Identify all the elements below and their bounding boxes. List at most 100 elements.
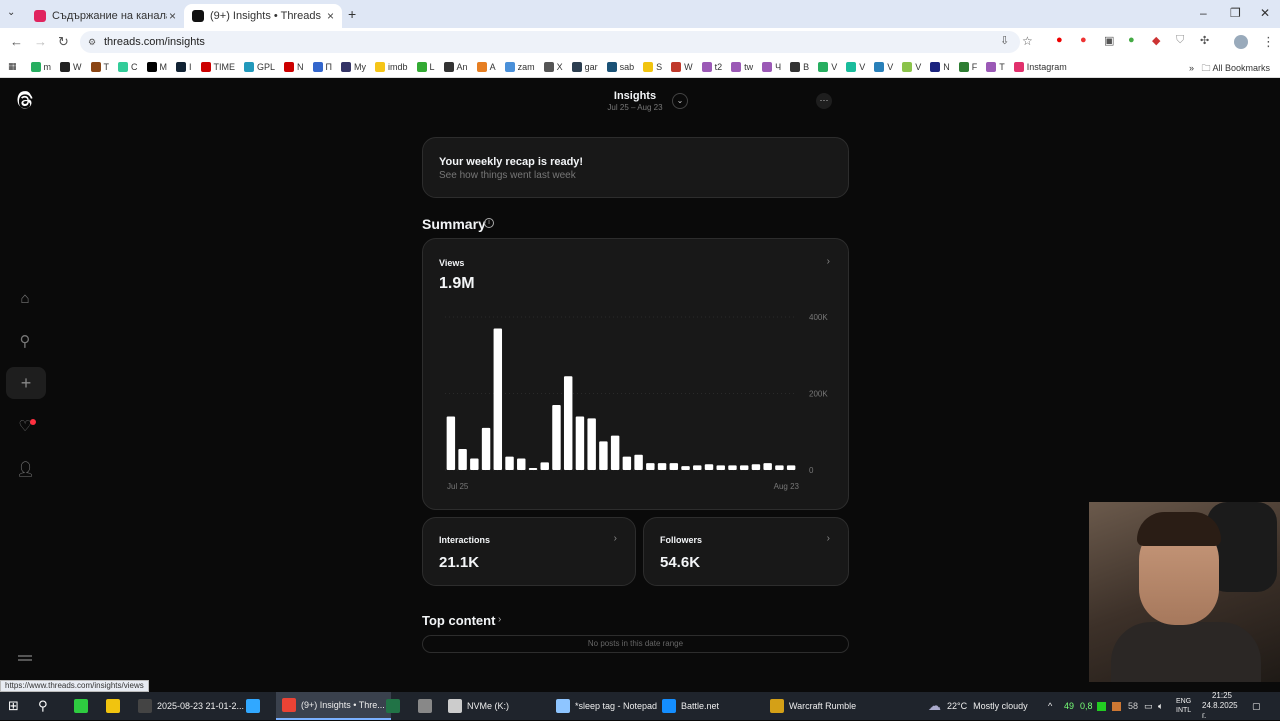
- views-bar[interactable]: [775, 465, 784, 470]
- views-bar[interactable]: [634, 454, 643, 470]
- views-bar[interactable]: [481, 427, 491, 470]
- taskbar-item[interactable]: NVMe (K:): [448, 692, 509, 720]
- apps-grid-icon[interactable]: ▦: [8, 61, 17, 72]
- top-content-heading[interactable]: Top content: [422, 613, 495, 628]
- taskbar-item[interactable]: Warcraft Rumble: [770, 692, 856, 720]
- bookmark-item[interactable]: tw: [731, 61, 753, 72]
- taskbar-item[interactable]: [106, 692, 125, 720]
- volume-icon[interactable]: 🔈︎: [1158, 692, 1163, 720]
- home-icon[interactable]: ⌂: [16, 290, 34, 308]
- followers-card[interactable]: Followers 54.6K ›: [643, 517, 849, 586]
- bookmark-item[interactable]: X: [543, 61, 563, 72]
- close-tab-icon[interactable]: ×: [169, 9, 176, 23]
- views-bar[interactable]: [470, 458, 479, 470]
- bookmark-item[interactable]: zam: [504, 61, 535, 72]
- create-icon[interactable]: +: [6, 367, 46, 399]
- bookmark-item[interactable]: V: [874, 61, 893, 72]
- browser-menu-icon[interactable]: ⋮: [1262, 34, 1275, 50]
- extension-icon[interactable]: ◆: [1152, 34, 1160, 47]
- tab-search-button[interactable]: ⌄: [7, 7, 15, 18]
- bookmark-item[interactable]: F: [958, 61, 977, 72]
- install-app-icon[interactable]: ⇩: [1000, 34, 1009, 47]
- views-bar[interactable]: [552, 404, 561, 470]
- site-info-icon[interactable]: ⚙: [88, 31, 96, 53]
- views-bar[interactable]: [786, 465, 796, 470]
- maximize-icon[interactable]: ❐: [1230, 6, 1241, 20]
- views-bar[interactable]: [528, 468, 538, 470]
- views-bar[interactable]: [646, 463, 655, 470]
- taskbar-item[interactable]: ⚲: [38, 692, 57, 720]
- bookmark-item[interactable]: GPL: [244, 61, 275, 72]
- bookmark-item[interactable]: A: [476, 61, 496, 72]
- bookmark-item[interactable]: Instagram: [1013, 61, 1067, 72]
- profile-avatar[interactable]: [1234, 35, 1248, 49]
- language-indicator[interactable]: ENG INTL: [1176, 692, 1191, 720]
- taskbar-item[interactable]: Battle.net: [662, 692, 719, 720]
- views-bar[interactable]: [610, 435, 620, 470]
- tray-app-icon[interactable]: [1112, 692, 1121, 720]
- bookmark-item[interactable]: T: [986, 61, 1005, 72]
- taskbar-item[interactable]: [246, 692, 265, 720]
- views-bar[interactable]: [763, 463, 772, 470]
- bookmark-item[interactable]: V: [846, 61, 865, 72]
- bookmark-item[interactable]: imdb: [375, 61, 408, 72]
- forward-icon[interactable]: →: [34, 34, 47, 49]
- views-bar[interactable]: [669, 463, 679, 470]
- back-icon[interactable]: ←: [10, 34, 23, 49]
- tray-overflow-icon[interactable]: ^: [1048, 692, 1052, 720]
- bookmark-item[interactable]: I: [176, 61, 192, 72]
- views-bar[interactable]: [716, 465, 725, 470]
- bookmark-item[interactable]: П: [312, 61, 332, 72]
- bookmark-star-icon[interactable]: ☆: [1022, 34, 1033, 48]
- network-icon[interactable]: ▭: [1144, 692, 1153, 720]
- bookmark-item[interactable]: Ч: [762, 61, 781, 72]
- bookmark-item[interactable]: C: [118, 61, 138, 72]
- bookmark-item[interactable]: W: [671, 61, 693, 72]
- bookmark-item[interactable]: S: [643, 61, 662, 72]
- extension-icon[interactable]: ▣: [1104, 34, 1114, 47]
- views-bar[interactable]: [575, 416, 585, 470]
- views-bar[interactable]: [587, 418, 596, 470]
- extension-icon[interactable]: ●: [1128, 34, 1135, 46]
- extension-opera-icon[interactable]: ●: [1056, 34, 1063, 46]
- notifications-icon[interactable]: ▢: [1252, 692, 1261, 720]
- close-window-icon[interactable]: ✕: [1260, 6, 1270, 20]
- weather-widget[interactable]: ☁ 22°C Mostly cloudy: [928, 692, 1028, 720]
- bookmark-item[interactable]: m: [30, 61, 51, 72]
- views-bar[interactable]: [599, 441, 608, 470]
- bookmark-item[interactable]: N: [930, 61, 950, 72]
- address-bar[interactable]: ⚙ threads.com/insights: [80, 31, 1020, 53]
- chevron-right-icon[interactable]: ›: [498, 614, 501, 625]
- taskbar-item[interactable]: [418, 692, 437, 720]
- views-bar[interactable]: [622, 456, 632, 470]
- close-tab-icon[interactable]: ×: [327, 9, 334, 23]
- taskbar-item[interactable]: (9+) Insights • Thre...: [276, 692, 391, 720]
- interactions-card[interactable]: Interactions 21.1K ›: [422, 517, 636, 586]
- more-options-icon[interactable]: ···: [816, 93, 832, 109]
- views-card[interactable]: Views 1.9M › 400K 200K 0 Jul 25 Aug 23: [422, 238, 849, 510]
- tab-youtube[interactable]: Съдържание на канала - YouT ×: [26, 4, 184, 28]
- profile-icon[interactable]: 👤︎: [16, 460, 35, 478]
- bookmark-item[interactable]: W: [60, 61, 82, 72]
- bookmark-item[interactable]: V: [902, 61, 921, 72]
- views-bar[interactable]: [681, 466, 690, 470]
- info-icon[interactable]: i: [484, 218, 494, 228]
- views-bar[interactable]: [540, 462, 549, 470]
- views-bar[interactable]: [446, 416, 456, 470]
- reload-icon[interactable]: ↻: [58, 34, 69, 50]
- views-bar[interactable]: [751, 464, 761, 470]
- clock[interactable]: 21:25 24.8.2025 г.: [1202, 691, 1242, 720]
- taskbar-item[interactable]: 2025-08-23 21-01-2...: [138, 692, 244, 720]
- taskbar-item[interactable]: ⊞: [8, 692, 27, 720]
- bookmark-item[interactable]: TIME: [200, 61, 235, 72]
- bookmark-item[interactable]: M: [146, 61, 167, 72]
- minimize-icon[interactable]: –: [1200, 6, 1207, 20]
- taskbar-item[interactable]: *sleep tag - Notepad: [556, 692, 657, 720]
- views-bar[interactable]: [493, 328, 503, 470]
- views-bar[interactable]: [505, 456, 514, 470]
- threads-logo-icon[interactable]: [14, 90, 36, 112]
- views-bar[interactable]: [728, 465, 737, 470]
- date-range-chevron-icon[interactable]: ⌄: [672, 93, 688, 109]
- bookmark-item[interactable]: gar: [571, 61, 598, 72]
- bookmark-item[interactable]: N: [284, 61, 304, 72]
